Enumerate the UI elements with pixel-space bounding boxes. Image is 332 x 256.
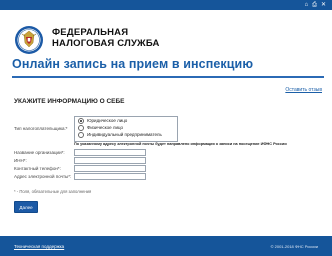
field-label-email: Адрес электронной почты*: xyxy=(14,174,72,179)
radio-label: Юридическое лицо xyxy=(87,118,128,123)
page-title: Онлайн запись на прием в инспекцию xyxy=(12,57,254,71)
field-label-inn: ИНН*: xyxy=(14,158,27,163)
organization-name-input[interactable] xyxy=(74,149,146,156)
inn-input[interactable] xyxy=(74,157,146,164)
title-divider xyxy=(12,76,324,78)
phone-input[interactable] xyxy=(74,165,146,172)
footer: Техническая поддержка © 2001-2018 ФНС Ро… xyxy=(0,236,332,256)
section-title: УКАЖИТЕ ИНФОРМАЦИЮ О СЕБЕ xyxy=(14,98,125,105)
top-icons: ⌂ ⎙ ✕ xyxy=(305,1,326,9)
email-notice: По указанному адресу электронной почты б… xyxy=(74,142,287,146)
brand-line-1: ФЕДЕРАЛЬНАЯ xyxy=(52,27,129,38)
home-icon[interactable]: ⌂ xyxy=(305,1,309,9)
feedback-link[interactable]: Оставить отзыв xyxy=(285,87,322,93)
top-bar: ⌂ ⎙ ✕ xyxy=(0,0,332,10)
copyright: © 2001-2018 ФНС России xyxy=(270,244,318,249)
close-icon[interactable]: ✕ xyxy=(321,1,326,9)
field-label-organization: Название организации*: xyxy=(14,150,65,155)
fns-emblem-logo[interactable] xyxy=(14,25,44,55)
taxpayer-type-group: Юридическое лицо Физическое лицо Индивид… xyxy=(74,116,178,142)
header: ФЕДЕРАЛЬНАЯ НАЛОГОВАЯ СЛУЖБА xyxy=(0,10,332,54)
field-label-phone: Контактный телефон*: xyxy=(14,166,61,171)
support-link[interactable]: Техническая поддержка xyxy=(14,244,64,249)
radio-option-individual[interactable]: Физическое лицо xyxy=(75,124,177,131)
radio-option-entrepreneur[interactable]: Индивидуальный предприниматель xyxy=(75,131,177,138)
print-icon[interactable]: ⎙ xyxy=(312,1,317,9)
required-note: * - Поля, обязательные для заполнения xyxy=(14,189,92,194)
radio-label: Физическое лицо xyxy=(87,125,124,130)
radio-button[interactable] xyxy=(78,131,84,138)
radio-option-legal-entity[interactable]: Юридическое лицо xyxy=(75,117,177,124)
radio-label: Индивидуальный предприниматель xyxy=(87,132,162,137)
brand-line-2: НАЛОГОВАЯ СЛУЖБА xyxy=(52,38,160,49)
taxpayer-type-label: Тип налогоплательщика:* xyxy=(14,126,68,131)
next-button[interactable]: Далее xyxy=(14,201,38,213)
brand-title: ФЕДЕРАЛЬНАЯ НАЛОГОВАЯ СЛУЖБА xyxy=(52,27,160,49)
radio-button[interactable] xyxy=(78,124,84,131)
radio-button[interactable] xyxy=(78,117,84,124)
email-input[interactable] xyxy=(74,173,146,180)
